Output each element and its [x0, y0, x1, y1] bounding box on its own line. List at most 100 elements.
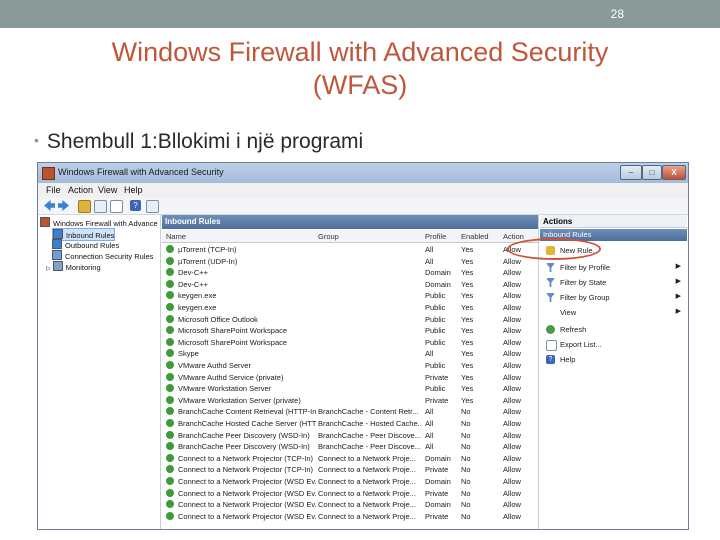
action-refresh[interactable]: Refresh — [540, 323, 687, 337]
pane-divider[interactable] — [538, 215, 539, 529]
table-row[interactable]: keygen.exe Public Yes Allow — [162, 302, 539, 314]
window-title-bar[interactable]: Windows Firewall with Advanced Security … — [38, 163, 688, 183]
allow-rule-icon — [166, 361, 174, 369]
expand-arrow-icon[interactable]: ▷ — [46, 266, 51, 272]
close-button[interactable]: X — [662, 165, 686, 180]
rule-action: Allow — [503, 465, 521, 475]
tree-item-label: Monitoring — [65, 263, 101, 272]
action-help[interactable]: ? Help — [540, 353, 687, 367]
rule-enabled: No — [461, 430, 471, 440]
minimize-button[interactable]: – — [620, 165, 642, 180]
table-row[interactable]: Dev-C++ Domain Yes Allow — [162, 279, 539, 291]
rule-enabled: No — [461, 511, 471, 521]
rule-profile: Private — [425, 465, 449, 475]
rule-enabled: No — [461, 465, 471, 475]
allow-rule-icon — [166, 477, 174, 485]
filter-icon — [546, 293, 555, 302]
table-row[interactable]: Microsoft SharePoint Workspace Public Yes A… — [162, 325, 539, 337]
table-row[interactable]: VMware Authd Service (private) Private Yes… — [162, 372, 539, 384]
action-export-list[interactable]: Export List... — [540, 338, 687, 352]
table-row[interactable]: µTorrent (UDP-In) All Yes Allow — [162, 256, 539, 268]
column-header-action[interactable]: Action — [503, 232, 524, 241]
show-hide-tree-icon[interactable] — [94, 200, 107, 213]
allow-rule-icon — [166, 372, 174, 381]
table-row[interactable]: BranchCache Peer Discovery (WSD-In) Branc… — [162, 441, 539, 453]
table-row[interactable]: Connect to a Network Projector (WSD Ev..… — [162, 499, 539, 511]
wfas-window: Windows Firewall with Advanced Security … — [37, 162, 689, 530]
tree-root[interactable]: Windows Firewall with Advance — [40, 217, 158, 228]
rule-profile: Public — [425, 314, 446, 324]
column-header-name[interactable]: Name — [166, 232, 186, 241]
rule-profile: Private — [425, 395, 449, 405]
table-row[interactable]: µTorrent (TCP-In) All Yes Allow — [162, 244, 539, 256]
action-filter-by-profile[interactable]: Filter by Profile ▶ — [540, 261, 687, 275]
rule-enabled: Yes — [461, 361, 474, 370]
tree-item-outbound-rules[interactable]: Outbound Rules — [52, 239, 119, 250]
maximize-button[interactable]: □ — [642, 165, 662, 180]
rule-enabled: Yes — [461, 326, 474, 336]
tree-item-connection-security-rules[interactable]: Connection Security Rules — [52, 250, 153, 261]
rule-group: Connect to a Network Proje... — [318, 488, 416, 498]
column-header-profile[interactable]: Profile — [425, 232, 446, 241]
action-filter-by-group[interactable]: Filter by Group ▶ — [540, 291, 687, 305]
table-row[interactable]: Connect to a Network Projector (WSD Ev..… — [162, 476, 539, 488]
actions-header: Actions — [540, 215, 687, 228]
rule-action: Allow — [503, 511, 521, 521]
allow-rule-icon — [166, 407, 174, 416]
rule-enabled: Yes — [461, 303, 474, 312]
table-row[interactable]: Connect to a Network Projector (TCP-In) C… — [162, 464, 539, 476]
table-row[interactable]: VMware Workstation Server Public Yes Allow — [162, 383, 539, 395]
table-row[interactable]: VMware Authd Server Public Yes Allow — [162, 360, 539, 372]
table-row[interactable]: Connect to a Network Projector (WSD Ev..… — [162, 488, 539, 500]
properties-icon[interactable] — [146, 200, 159, 213]
menu-action[interactable]: Action — [68, 185, 93, 195]
rule-name: Connect to a Network Projector (WSD Ev..… — [178, 511, 316, 521]
back-icon[interactable] — [44, 200, 55, 211]
allow-rule-icon — [166, 384, 174, 393]
allow-rule-icon — [166, 442, 174, 451]
rule-name: Connect to a Network Projector (WSD Ev..… — [178, 500, 316, 510]
rule-name: keygen.exe — [178, 291, 217, 301]
table-row[interactable]: BranchCache Content Retrieval (HTTP-In) B… — [162, 406, 539, 418]
rule-name: BranchCache Peer Discovery (WSD-In) — [178, 442, 310, 452]
rule-group: BranchCache - Content Retr... — [318, 407, 419, 417]
folder-up-icon[interactable] — [78, 200, 91, 213]
tree-root-label: Windows Firewall with Advance — [53, 219, 158, 228]
menu-help[interactable]: Help — [124, 185, 143, 195]
table-row[interactable]: BranchCache Hosted Cache Server (HTT... B… — [162, 418, 539, 430]
table-row[interactable]: Connect to a Network Projector (TCP-In) C… — [162, 453, 539, 465]
rule-enabled: Yes — [461, 349, 474, 359]
table-row[interactable]: Dev-C++ Domain Yes Allow — [162, 267, 539, 279]
rule-enabled: No — [461, 477, 471, 486]
table-row[interactable]: Connect to a Network Projector (WSD Ev..… — [162, 511, 539, 523]
rule-enabled: No — [461, 453, 471, 463]
rule-name: µTorrent (UDP-In) — [178, 256, 238, 266]
table-row[interactable]: keygen.exe Public Yes Allow — [162, 290, 539, 302]
action-label: Help — [560, 355, 576, 364]
allow-rule-icon — [166, 453, 174, 462]
allow-rule-icon — [166, 419, 174, 427]
action-view[interactable]: View ▶ — [540, 306, 687, 320]
rule-name: VMware Authd Service (private) — [178, 372, 284, 382]
allow-rule-icon — [166, 511, 174, 520]
menu-file[interactable]: File — [46, 185, 61, 195]
menu-view[interactable]: View — [98, 185, 117, 195]
rule-profile: Public — [425, 326, 446, 336]
table-row[interactable]: Skype All Yes Allow — [162, 348, 539, 360]
help-toolbar-icon[interactable]: ? — [130, 200, 141, 211]
action-filter-by-state[interactable]: Filter by State ▶ — [540, 276, 687, 290]
column-header-group[interactable]: Group — [318, 232, 339, 241]
table-row[interactable]: Microsoft SharePoint Workspace Public Yes A… — [162, 337, 539, 349]
column-header-enabled[interactable]: Enabled — [461, 232, 489, 241]
rule-action: Allow — [503, 500, 521, 510]
allow-rule-icon — [166, 314, 174, 323]
rule-action: Allow — [503, 349, 521, 359]
table-row[interactable]: BranchCache Peer Discovery (WSD-In) Branc… — [162, 430, 539, 442]
allow-rule-icon — [166, 291, 174, 300]
table-row[interactable]: Microsoft Office Outlook Public Yes Allow — [162, 314, 539, 326]
rule-action: Allow — [503, 419, 521, 428]
forward-icon[interactable] — [58, 200, 69, 211]
table-row[interactable]: VMware Workstation Server (private) Priva… — [162, 395, 539, 407]
tree-item-monitoring[interactable]: ▷ Monitoring — [46, 261, 101, 272]
export-list-icon[interactable] — [110, 200, 123, 213]
